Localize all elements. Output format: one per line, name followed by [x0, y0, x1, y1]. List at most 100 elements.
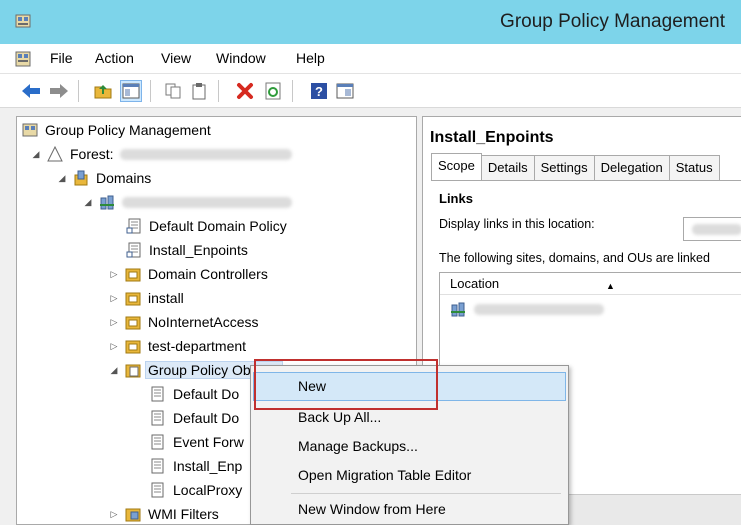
domain-icon: [451, 302, 465, 317]
window-title: Group Policy Management: [500, 11, 725, 32]
gpo-icon: [149, 481, 167, 499]
gpo-icon: [149, 433, 167, 451]
gpm-app-icon: [15, 14, 31, 28]
tree-item-label: WMI Filters: [148, 506, 219, 522]
tree-item-label: Install_Enp: [173, 458, 243, 474]
linked-description: The following sites, domains, and OUs ar…: [439, 251, 710, 265]
gpo-link-icon: [125, 217, 143, 235]
menu-item-new-window-from-here[interactable]: New Window from Here: [253, 495, 566, 524]
tree-item-label: LocalProxy: [173, 482, 243, 498]
expand-icon[interactable]: ▷: [107, 317, 121, 328]
list-item[interactable]: [450, 301, 604, 317]
tree-gpo-3[interactable]: Event Forw: [149, 431, 244, 453]
tree-item-domain-controllers[interactable]: ▷ Domain Controllers: [107, 263, 268, 285]
gpm-icon: [21, 121, 39, 139]
wmi-folder-icon: [124, 505, 142, 523]
column-header-label: Location: [450, 276, 500, 291]
domains-icon: [72, 169, 90, 187]
svg-text:?: ?: [315, 84, 323, 99]
tab-details[interactable]: Details: [481, 155, 535, 181]
expand-icon[interactable]: ▷: [107, 509, 121, 520]
tab-strip: Scope Details Settings Delegation Status: [431, 153, 720, 181]
tree-item-label: install: [148, 290, 184, 306]
forward-icon[interactable]: [48, 80, 70, 102]
tree-item-label: Default Do: [173, 410, 240, 426]
collapse-icon[interactable]: ◢: [81, 197, 95, 208]
menu-item-manage-backups[interactable]: Manage Backups...: [253, 432, 566, 461]
horizontal-scrollbar[interactable]: [569, 494, 741, 525]
collapse-icon[interactable]: ◢: [29, 149, 43, 160]
redacted-domain-name: [122, 196, 292, 208]
up-folder-icon[interactable]: [92, 80, 114, 102]
menu-view[interactable]: View: [161, 50, 191, 66]
tree-item-label: test-department: [148, 338, 247, 354]
tree-item-install[interactable]: ▷ install: [107, 287, 184, 309]
toolbar: ?: [0, 74, 741, 108]
refresh-icon[interactable]: [262, 80, 284, 102]
tab-settings[interactable]: Settings: [534, 155, 595, 181]
tab-status[interactable]: Status: [669, 155, 720, 181]
tree-item-label: Domain Controllers: [148, 266, 268, 282]
tree-item-label: NoInternetAccess: [148, 314, 259, 330]
tab-delegation[interactable]: Delegation: [594, 155, 670, 181]
menu-file[interactable]: File: [50, 50, 73, 66]
display-links-label: Display links in this location:: [439, 217, 595, 231]
tree-forest[interactable]: ◢ Forest:: [29, 143, 292, 165]
menu-action[interactable]: Action: [95, 50, 134, 66]
gpo-link-icon: [125, 241, 143, 259]
forest-label: Forest:: [70, 146, 114, 162]
expand-icon[interactable]: ▷: [107, 341, 121, 352]
redacted-location: [692, 224, 741, 236]
redacted-domain-name: [474, 303, 604, 315]
expand-icon[interactable]: ▷: [107, 269, 121, 280]
tree-gpo-1[interactable]: Default Do: [149, 383, 239, 405]
tree-item-wmi-filters[interactable]: ▷ WMI Filters: [107, 503, 219, 524]
tree-domains[interactable]: ◢ Domains: [55, 167, 152, 189]
menu-window[interactable]: Window: [216, 50, 266, 66]
tree-gpo-5[interactable]: LocalProxy: [149, 479, 242, 501]
location-dropdown[interactable]: [683, 217, 741, 241]
delete-icon[interactable]: [234, 80, 256, 102]
gpo-title: Install_Enpoints: [430, 129, 554, 146]
ou-folder-icon: [124, 337, 142, 355]
collapse-icon[interactable]: ◢: [107, 365, 121, 376]
tree-root[interactable]: Group Policy Management: [21, 119, 211, 141]
tree-item-label: Default Do: [173, 386, 240, 402]
ou-folder-icon: [124, 313, 142, 331]
tree-item-install-enpoints[interactable]: Install_Enpoints: [125, 239, 248, 261]
ou-folder-icon: [124, 289, 142, 307]
sort-ascending-icon: ▲: [606, 281, 615, 291]
tree-gpo-4[interactable]: Install_Enp: [149, 455, 242, 477]
console-doc-icon[interactable]: [14, 50, 32, 68]
tree-domain[interactable]: ◢: [81, 191, 292, 213]
back-icon[interactable]: [20, 80, 42, 102]
collapse-icon[interactable]: ◢: [55, 173, 69, 184]
gpo-icon: [149, 409, 167, 427]
menu-help[interactable]: Help: [296, 50, 325, 66]
column-location[interactable]: Location ▲: [440, 273, 741, 295]
copy-icon[interactable]: [162, 80, 184, 102]
highlight-annotation: [254, 359, 438, 410]
tab-scope[interactable]: Scope: [431, 153, 482, 181]
paste-icon[interactable]: [188, 80, 210, 102]
tree-item-default-domain-policy[interactable]: Default Domain Policy: [125, 215, 287, 237]
gpo-folder-icon: [124, 361, 142, 379]
tree-item-nointernetaccess[interactable]: ▷ NoInternetAccess: [107, 311, 259, 333]
console-tree-icon[interactable]: [120, 80, 142, 102]
tree-item-test-department[interactable]: ▷ test-department: [107, 335, 247, 357]
gpo-icon: [149, 457, 167, 475]
domains-label: Domains: [96, 170, 152, 186]
links-heading: Links: [439, 191, 473, 206]
tree-item-label: Default Domain Policy: [149, 218, 287, 234]
ou-folder-icon: [124, 265, 142, 283]
properties-icon[interactable]: [334, 80, 356, 102]
menu-separator: [291, 493, 561, 494]
tree-gpo-2[interactable]: Default Do: [149, 407, 239, 429]
domain-icon: [98, 193, 116, 211]
help-icon[interactable]: ?: [308, 80, 330, 102]
expand-icon[interactable]: ▷: [107, 293, 121, 304]
forest-triangle-icon: [46, 145, 64, 163]
title-bar: Group Policy Management: [0, 0, 741, 44]
menu-item-open-migration-table-editor[interactable]: Open Migration Table Editor: [253, 461, 566, 490]
menu-bar: File Action View Window Help: [0, 44, 741, 74]
